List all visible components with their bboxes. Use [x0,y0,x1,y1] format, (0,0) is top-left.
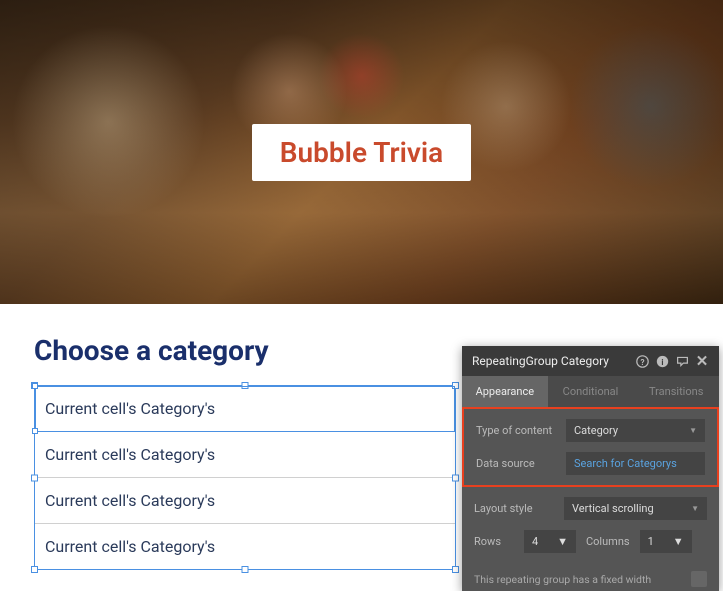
svg-text:?: ? [640,356,644,366]
tab-appearance[interactable]: Appearance [462,376,548,407]
tab-transitions[interactable]: Transitions [633,376,719,407]
repeating-group-cell: Current cell's Category's [35,478,455,524]
rows-dropdown[interactable]: 4 ▼ [524,530,576,553]
dropdown-value: 1 [648,535,654,548]
fixed-width-row: This repeating group has a fixed width [462,563,719,591]
highlighted-props: Type of content Category ▼ Data source S… [462,407,719,487]
resize-handle[interactable] [452,474,459,481]
repeating-group-cell: Current cell's Category's [35,524,455,569]
dropdown-value: Vertical scrolling [572,502,654,515]
svg-text:i: i [661,356,663,366]
dropdown-value: Search for Categorys [574,457,677,470]
cell-handle[interactable] [32,383,38,389]
resize-handle[interactable] [31,566,38,573]
cell-text: Current cell's Category's [45,491,215,510]
tab-conditional[interactable]: Conditional [548,376,634,407]
comment-icon[interactable] [675,354,689,368]
panel-tabs: Appearance Conditional Transitions [462,376,719,407]
panel-header[interactable]: RepeatingGroup Category ? i ✕ [462,346,719,376]
resize-handle[interactable] [242,566,249,573]
fixed-width-checkbox[interactable] [691,571,707,587]
chevron-down-icon: ▼ [691,504,699,513]
type-of-content-label: Type of content [476,424,566,437]
cell-handle[interactable] [32,428,38,434]
layout-style-label: Layout style [474,502,564,515]
repeating-group-cell[interactable]: Current cell's Category's [35,386,455,432]
dropdown-value: 4 [532,535,538,548]
chevron-down-icon: ▼ [557,535,568,548]
repeating-group-cell: Current cell's Category's [35,432,455,478]
data-source-label: Data source [476,457,566,470]
help-icon[interactable]: ? [635,354,649,368]
data-source-dropdown[interactable]: Search for Categorys [566,452,705,475]
close-icon[interactable]: ✕ [695,354,709,368]
panel-title: RepeatingGroup Category [472,354,609,368]
rows-label: Rows [474,535,524,548]
fixed-width-label: This repeating group has a fixed width [474,573,651,586]
hero-title: Bubble Trivia [252,124,471,181]
resize-handle[interactable] [452,566,459,573]
chevron-down-icon: ▼ [673,535,684,548]
layout-props: Layout style Vertical scrolling ▼ Rows 4… [462,487,719,563]
chevron-down-icon: ▼ [689,426,697,435]
resize-handle[interactable] [31,474,38,481]
cell-text: Current cell's Category's [45,445,215,464]
layout-style-dropdown[interactable]: Vertical scrolling ▼ [564,497,707,520]
panel-properties: Type of content Category ▼ Data source S… [462,407,719,591]
property-editor-panel[interactable]: RepeatingGroup Category ? i ✕ Appearance… [462,346,719,591]
type-of-content-dropdown[interactable]: Category ▼ [566,419,705,442]
cell-text: Current cell's Category's [45,399,215,418]
info-icon[interactable]: i [655,354,669,368]
dropdown-value: Category [574,424,618,437]
hero-banner: Bubble Trivia [0,0,723,304]
repeating-group-category[interactable]: Current cell's Category's Current cell's… [34,385,456,570]
columns-label: Columns [586,535,630,548]
cell-text: Current cell's Category's [45,537,215,556]
columns-dropdown[interactable]: 1 ▼ [640,530,692,553]
